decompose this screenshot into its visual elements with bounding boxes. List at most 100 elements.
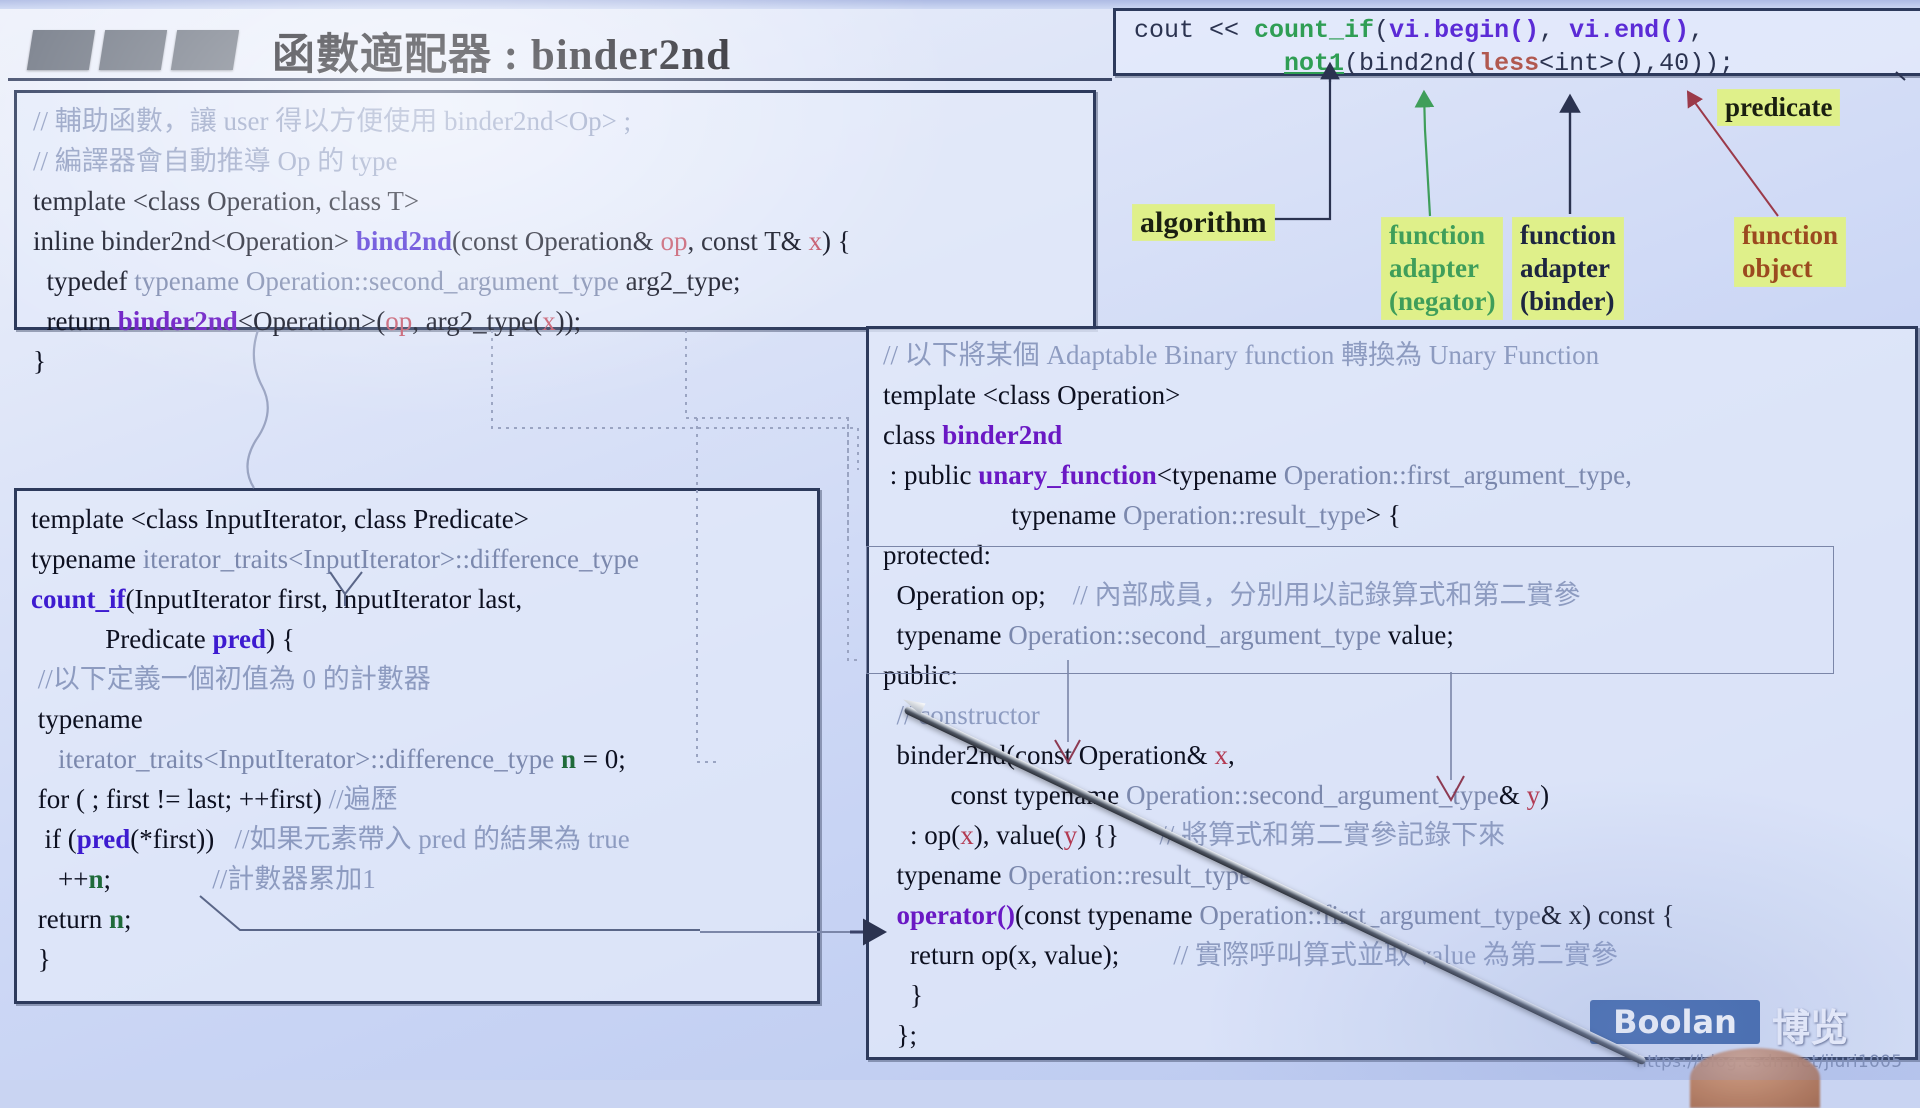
label-function-adapter-binder: function adapter (binder) xyxy=(1513,218,1624,319)
code-line: typename iterator_traits<InputIterator>:… xyxy=(31,539,639,579)
code-token: ( xyxy=(1054,820,1064,850)
code-token: Operation::result_type xyxy=(1008,860,1252,890)
decor-square-3 xyxy=(170,30,240,70)
code-line: public: xyxy=(883,655,1675,695)
page-title: 函數適配器 : binder2nd xyxy=(272,32,732,79)
code-token: unary_function xyxy=(978,460,1157,490)
code-token: typename xyxy=(883,620,1009,650)
code-count-if-call: cout << count_if(vi.begin(), vi.end(), n… xyxy=(1134,14,1734,80)
code-token: } xyxy=(31,944,51,974)
code-line: protected: xyxy=(883,535,1675,575)
code-token: bind2nd xyxy=(355,226,452,256)
code-token: x xyxy=(542,306,556,336)
code-line: : public unary_function<typename Operati… xyxy=(883,455,1675,495)
code-token: //以下定義一個初值為 0 的計數器 xyxy=(31,664,431,694)
code-token: <int>(),40)); xyxy=(1539,49,1735,78)
code-token: ; xyxy=(103,864,213,894)
code-line: } xyxy=(31,939,639,979)
code-line: //以下定義一個初值為 0 的計數器 xyxy=(31,659,639,699)
code-line: not1(bind2nd(less<int>(),40)); xyxy=(1134,47,1734,80)
code-token: iterator_traits<InputIterator>::differen… xyxy=(142,544,639,574)
code-token: x xyxy=(960,820,974,850)
code-line: typename Operation::second_argument_type… xyxy=(883,615,1675,655)
code-token: typename Operation::second_argument_type xyxy=(134,266,626,296)
code-token: value xyxy=(1387,620,1447,650)
code-count-if: template <class InputIterator, class Pre… xyxy=(31,499,639,979)
code-token: op xyxy=(1011,580,1039,610)
code-token: return xyxy=(883,940,982,970)
code-token: not1 xyxy=(1284,49,1345,78)
code-token: (*first)) xyxy=(130,824,235,854)
code-line: const typename Operation::second_argumen… xyxy=(883,775,1675,815)
code-line: ++n; //計數器累加1 xyxy=(31,859,639,899)
decor-square-2 xyxy=(98,30,168,70)
code-token: cout << xyxy=(1134,16,1255,45)
code-token: y xyxy=(1526,780,1541,810)
code-token: //計數器累加1 xyxy=(212,864,376,894)
decor-square-1 xyxy=(26,30,96,70)
code-token: typename xyxy=(31,544,143,574)
code-token: n xyxy=(108,904,124,934)
code-token: return xyxy=(31,904,109,934)
boolan-logo: Boolan xyxy=(1590,1000,1760,1044)
code-line: Predicate pred) { xyxy=(31,619,639,659)
code-line: return op(x, value); // 實際呼叫算式並取 value 為… xyxy=(883,935,1675,975)
label-algorithm: algorithm xyxy=(1133,205,1274,240)
code-token: class xyxy=(883,420,943,450)
code-line: return n; xyxy=(31,899,639,939)
code-line: } xyxy=(33,341,851,381)
code-token: )); xyxy=(555,306,582,336)
presenter-hand xyxy=(1690,1048,1820,1108)
code-token: ), xyxy=(973,820,997,850)
code-token: , xyxy=(1539,16,1570,45)
code-token: count_if xyxy=(31,584,126,614)
code-line: if (pred(*first)) //如果元素帶入 pred 的結果為 tru… xyxy=(31,819,639,859)
code-token: operator() xyxy=(896,900,1015,930)
code-token: inline binder2nd<Operation> xyxy=(33,226,356,256)
code-token: Operation xyxy=(883,580,1012,610)
code-line: cout << count_if(vi.begin(), vi.end(), xyxy=(1134,14,1734,47)
code-token: } xyxy=(883,980,923,1010)
code-token: binder2nd xyxy=(117,306,238,336)
code-line: operator()(const typename Operation::fir… xyxy=(883,895,1675,935)
code-token: ) xyxy=(1540,780,1550,810)
label-function-adapter-negator: function adapter (negator) xyxy=(1382,218,1503,319)
code-token: //遍歷 xyxy=(328,784,398,814)
code-token: typename xyxy=(31,704,143,734)
code-line: count_if(InputIterator first, InputItera… xyxy=(31,579,639,619)
code-token: ) { xyxy=(821,226,851,256)
code-token: (x, xyxy=(1008,940,1045,970)
code-token: // 以下將某個 Adaptable Binary function 轉換為 U… xyxy=(883,340,1600,370)
code-line: template <class Operation> xyxy=(883,375,1675,415)
code-token: return xyxy=(33,306,118,336)
code-token: binder2nd xyxy=(942,420,1063,450)
code-line: typename xyxy=(31,699,639,739)
code-line: // 以下將某個 Adaptable Binary function 轉換為 U… xyxy=(883,335,1675,375)
code-token: , xyxy=(1227,740,1235,770)
code-token: for ( ; first != last; ++first) xyxy=(31,784,329,814)
code-token: typename xyxy=(883,860,1009,890)
code-token: > { xyxy=(1365,500,1401,530)
code-token: <Operation>( xyxy=(237,306,386,336)
code-box-count-if: template <class InputIterator, class Pre… xyxy=(14,488,820,1004)
code-bind2nd: // 輔助函數，讓 user 得以方便使用 binder2nd<Op> ; // … xyxy=(33,101,851,381)
boolan-logo-text: Boolan xyxy=(1613,1003,1737,1041)
code-token: ) { xyxy=(265,624,295,654)
code-token: op xyxy=(660,226,688,256)
code-token: op xyxy=(924,820,952,850)
code-token: ++ xyxy=(31,864,89,894)
code-token: op xyxy=(981,940,1009,970)
label-function-object: function object xyxy=(1735,218,1846,286)
code-token: // 將算式和第二實參記錄下來 xyxy=(1159,820,1506,850)
slide-title-row: 函數適配器 : binder2nd xyxy=(12,16,1112,79)
wire-negator xyxy=(1414,89,1435,217)
code-token: }; xyxy=(883,1020,917,1050)
code-token: template <class Operation, class T> xyxy=(33,186,420,216)
code-token: x xyxy=(808,226,822,256)
code-token: Operation::second_argument_type xyxy=(1125,780,1499,810)
title-divider xyxy=(8,78,1112,81)
code-token: template <class Operation> xyxy=(883,380,1181,410)
